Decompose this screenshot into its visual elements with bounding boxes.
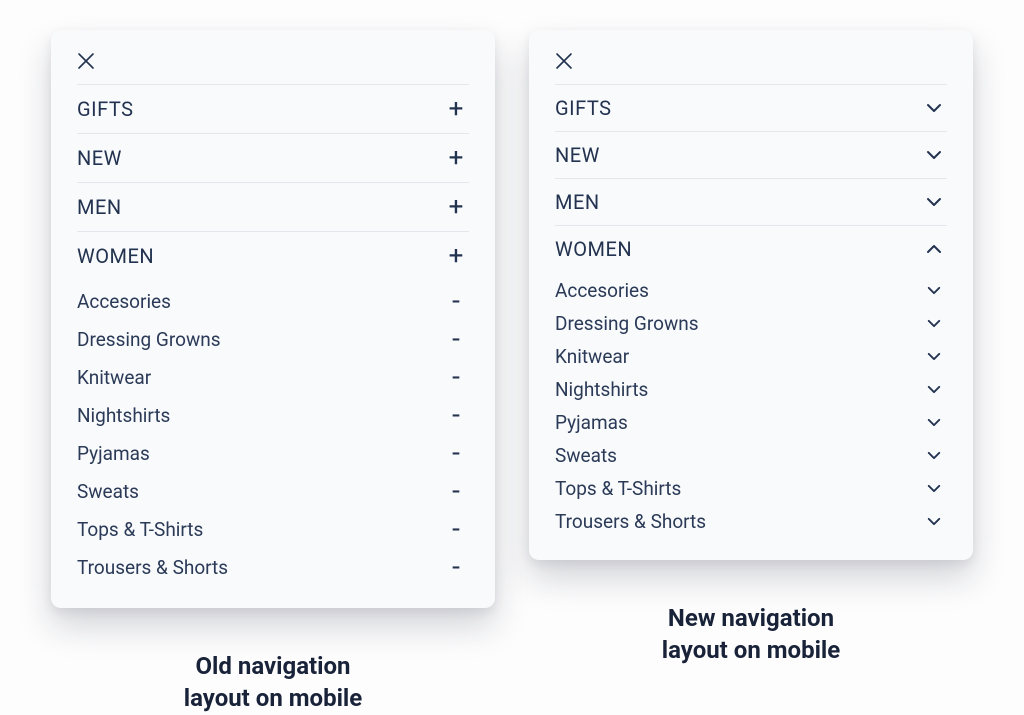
sub-item-pyjamas[interactable]: Pyjamas - — [77, 434, 469, 472]
caption-line: layout on mobile — [184, 682, 362, 714]
old-nav-panel: GIFTS + NEW + MEN + WOMEN + Accesories - — [51, 30, 495, 608]
plus-icon: + — [445, 145, 467, 171]
sub-item-knitwear[interactable]: Knitwear — [555, 340, 947, 373]
subcategory-list: Accesories Dressing Growns Knitwear Nigh… — [555, 272, 947, 538]
sub-item-label: Trousers & Shorts — [555, 510, 706, 533]
sub-item-nightshirts[interactable]: Nightshirts — [555, 373, 947, 406]
sub-item-knitwear[interactable]: Knitwear - — [77, 358, 469, 396]
minus-icon: - — [445, 477, 467, 505]
minus-icon: - — [445, 325, 467, 353]
nav-item-men[interactable]: MEN — [555, 178, 947, 225]
sub-item-dressing-growns[interactable]: Dressing Growns — [555, 307, 947, 340]
chevron-down-icon — [923, 103, 945, 113]
nav-item-new[interactable]: NEW — [555, 131, 947, 178]
chevron-down-icon — [923, 451, 945, 460]
chevron-down-icon — [923, 517, 945, 526]
sub-item-label: Dressing Growns — [555, 312, 699, 335]
chevron-down-icon — [923, 418, 945, 427]
old-caption: Old navigation layout on mobile — [184, 650, 362, 715]
sub-item-accesories[interactable]: Accesories — [555, 274, 947, 307]
sub-item-accesories[interactable]: Accesories - — [77, 282, 469, 320]
sub-item-pyjamas[interactable]: Pyjamas — [555, 406, 947, 439]
sub-item-sweats[interactable]: Sweats - — [77, 472, 469, 510]
sub-item-sweats[interactable]: Sweats — [555, 439, 947, 472]
chevron-down-icon — [923, 385, 945, 394]
sub-item-dressing-growns[interactable]: Dressing Growns - — [77, 320, 469, 358]
chevron-down-icon — [923, 352, 945, 361]
sub-item-label: Knitwear — [77, 366, 151, 389]
chevron-up-icon — [923, 244, 945, 254]
plus-icon: + — [445, 96, 467, 122]
caption-line: New navigation — [662, 602, 840, 634]
chevron-down-icon — [923, 484, 945, 493]
minus-icon: - — [445, 401, 467, 429]
chevron-down-icon — [923, 286, 945, 295]
sub-item-label: Sweats — [555, 444, 617, 467]
chevron-down-icon — [923, 319, 945, 328]
chevron-down-icon — [923, 150, 945, 160]
sub-item-label: Tops & T-Shirts — [77, 518, 203, 541]
nav-item-label: GIFTS — [555, 96, 611, 120]
subcategory-list: Accesories - Dressing Growns - Knitwear … — [77, 280, 469, 586]
plus-icon: + — [445, 243, 467, 269]
sub-item-label: Accesories — [77, 290, 171, 313]
old-nav-column: GIFTS + NEW + MEN + WOMEN + Accesories - — [51, 30, 495, 715]
nav-item-label: GIFTS — [77, 97, 133, 121]
sub-item-label: Nightshirts — [77, 404, 170, 427]
nav-item-label: NEW — [555, 143, 600, 167]
minus-icon: - — [445, 515, 467, 543]
nav-item-label: MEN — [555, 190, 600, 214]
close-button[interactable] — [555, 48, 947, 84]
nav-item-label: MEN — [77, 195, 122, 219]
minus-icon: - — [445, 287, 467, 315]
chevron-down-icon — [923, 197, 945, 207]
sub-item-trousers-shorts[interactable]: Trousers & Shorts - — [77, 548, 469, 586]
close-icon — [555, 52, 947, 70]
minus-icon: - — [445, 439, 467, 467]
sub-item-label: Nightshirts — [555, 378, 648, 401]
nav-item-gifts[interactable]: GIFTS — [555, 84, 947, 131]
nav-item-women[interactable]: WOMEN + — [77, 231, 469, 280]
sub-item-label: Dressing Growns — [77, 328, 221, 351]
new-nav-column: GIFTS NEW MEN WOMEN — [529, 30, 973, 667]
sub-item-nightshirts[interactable]: Nightshirts - — [77, 396, 469, 434]
plus-icon: + — [445, 194, 467, 220]
nav-item-gifts[interactable]: GIFTS + — [77, 84, 469, 133]
sub-item-tops-tshirts[interactable]: Tops & T-Shirts - — [77, 510, 469, 548]
close-icon — [77, 52, 469, 70]
new-caption: New navigation layout on mobile — [662, 602, 840, 667]
sub-item-trousers-shorts[interactable]: Trousers & Shorts — [555, 505, 947, 538]
sub-item-label: Trousers & Shorts — [77, 556, 228, 579]
caption-line: layout on mobile — [662, 634, 840, 666]
nav-item-women[interactable]: WOMEN — [555, 225, 947, 272]
sub-item-tops-tshirts[interactable]: Tops & T-Shirts — [555, 472, 947, 505]
nav-item-men[interactable]: MEN + — [77, 182, 469, 231]
minus-icon: - — [445, 363, 467, 391]
nav-item-label: WOMEN — [555, 237, 632, 261]
nav-item-label: NEW — [77, 146, 122, 170]
caption-line: Old navigation — [184, 650, 362, 682]
sub-item-label: Sweats — [77, 480, 139, 503]
sub-item-label: Accesories — [555, 279, 649, 302]
new-nav-panel: GIFTS NEW MEN WOMEN — [529, 30, 973, 560]
nav-item-label: WOMEN — [77, 244, 154, 268]
sub-item-label: Pyjamas — [77, 442, 150, 465]
minus-icon: - — [445, 553, 467, 581]
sub-item-label: Knitwear — [555, 345, 629, 368]
nav-item-new[interactable]: NEW + — [77, 133, 469, 182]
sub-item-label: Tops & T-Shirts — [555, 477, 681, 500]
sub-item-label: Pyjamas — [555, 411, 628, 434]
close-button[interactable] — [77, 48, 469, 84]
